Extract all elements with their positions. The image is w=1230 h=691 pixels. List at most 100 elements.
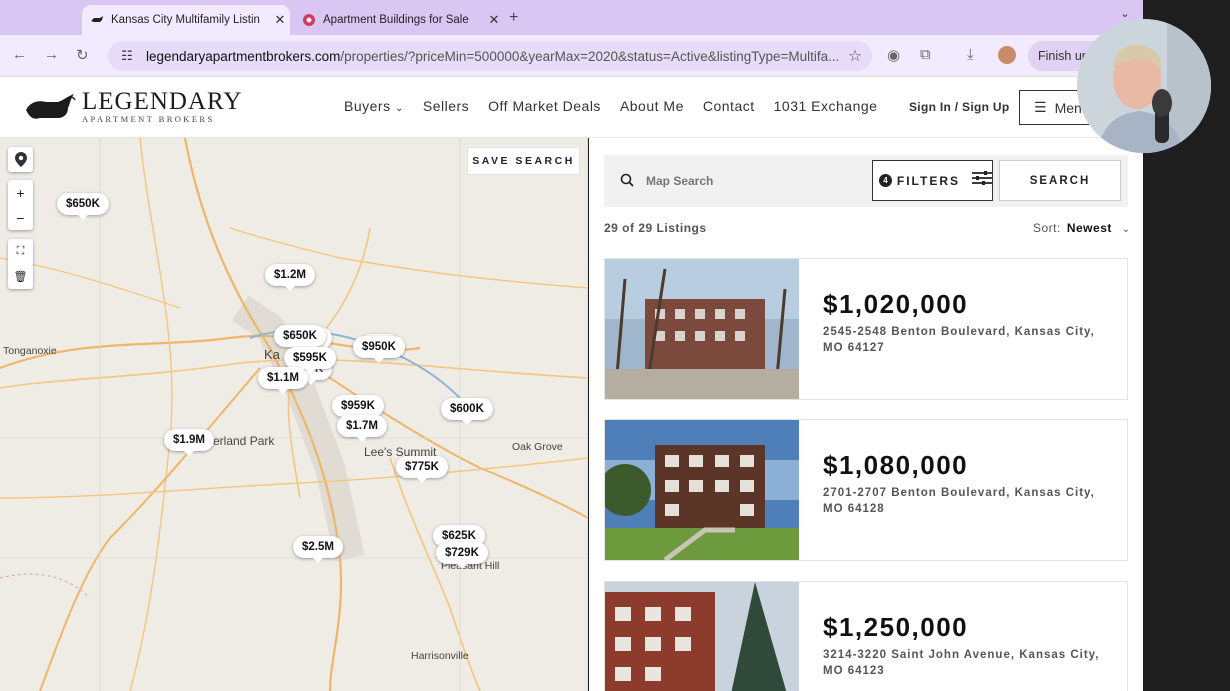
site-header: LEGENDARY APARTMENT BROKERS Buyers ⌄ Sel… bbox=[0, 77, 1143, 138]
logo-name: LEGENDARY bbox=[82, 88, 243, 115]
sort-value[interactable]: Newest bbox=[1067, 221, 1112, 235]
sign-up-link[interactable]: Sign Up bbox=[962, 100, 1009, 114]
url-host: legendaryapartmentbrokers.com bbox=[146, 48, 341, 64]
address-bar[interactable]: ☷ legendaryapartmentbrokers.com/properti… bbox=[108, 41, 872, 71]
flower-favicon-icon bbox=[302, 13, 316, 27]
site-info-icon[interactable]: ☷ bbox=[114, 48, 140, 64]
nav-buyers[interactable]: Buyers ⌄ bbox=[344, 98, 404, 114]
forward-icon[interactable]: → bbox=[44, 46, 59, 63]
map-price-pin[interactable]: $729K bbox=[436, 542, 488, 569]
chevron-down-icon: ⌄ bbox=[1121, 224, 1131, 235]
listing-price: $1,080,000 bbox=[823, 450, 969, 480]
map-price-pin[interactable]: $650K bbox=[274, 325, 326, 352]
filters-button[interactable]: 4 FILTERS bbox=[872, 160, 993, 201]
url-text[interactable]: legendaryapartmentbrokers.com/properties… bbox=[140, 49, 838, 64]
hamburger-icon: ☰ bbox=[1034, 99, 1047, 115]
close-tab-icon[interactable]: ✕ bbox=[270, 12, 290, 28]
zoom-control: + − bbox=[8, 180, 33, 230]
map-place-label: erland Park bbox=[213, 434, 275, 448]
download-icon[interactable]: ⤓ bbox=[967, 46, 974, 63]
nav-buyers-label: Buyers bbox=[344, 98, 391, 114]
map-search-bar: 4 FILTERS SEARCH bbox=[604, 155, 1128, 207]
map-roads bbox=[0, 138, 587, 691]
site-logo[interactable]: LEGENDARY APARTMENT BROKERS bbox=[24, 88, 243, 124]
map-search-input[interactable] bbox=[646, 174, 866, 188]
sort-control[interactable]: Sort: Newest ⌄ bbox=[1033, 221, 1131, 235]
listing-card[interactable]: $1,250,000 3214-3220 Saint John Avenue, … bbox=[604, 581, 1128, 691]
browser-toolbar: ← → ↻ ☷ legendaryapartmentbrokers.com/pr… bbox=[0, 35, 1143, 77]
profile-avatar[interactable] bbox=[998, 46, 1016, 64]
nav-sellers[interactable]: Sellers bbox=[423, 98, 469, 114]
bookmark-star-icon[interactable]: ☆ bbox=[838, 46, 872, 66]
filters-count-badge: 4 bbox=[879, 174, 892, 187]
listing-address: 2545-2548 Benton Boulevard, Kansas City,… bbox=[823, 326, 1095, 354]
sliders-icon bbox=[972, 170, 992, 191]
map-price-pin[interactable]: $1.1M bbox=[258, 367, 308, 394]
save-search-button[interactable]: SAVE SEARCH bbox=[467, 147, 580, 175]
nav-1031-exchange[interactable]: 1031 Exchange bbox=[774, 98, 878, 114]
webcam-overlay bbox=[1077, 19, 1211, 153]
trash-icon[interactable]: 🗑 bbox=[8, 264, 33, 289]
new-tab-icon[interactable]: + bbox=[509, 9, 518, 27]
back-icon[interactable]: ← bbox=[12, 46, 27, 63]
browser-tab-bar: Kansas City Multifamily Listin ✕ Apartme… bbox=[0, 0, 1143, 35]
map-price-pin[interactable]: $2.5M bbox=[293, 536, 343, 563]
listing-photo[interactable] bbox=[605, 582, 799, 691]
tab-title: Kansas City Multifamily Listin bbox=[111, 14, 260, 26]
tab-active[interactable]: Kansas City Multifamily Listin ✕ bbox=[82, 5, 290, 35]
listing-card[interactable]: $1,080,000 2701-2707 Benton Boulevard, K… bbox=[604, 419, 1128, 561]
map-price-pin[interactable]: $650K bbox=[57, 193, 109, 220]
map-price-pin[interactable]: $595K bbox=[284, 347, 336, 374]
map-place-label: Ka bbox=[264, 347, 280, 362]
map-price-pin[interactable]: $600K bbox=[441, 398, 493, 425]
close-tab-icon[interactable]: ✕ bbox=[484, 12, 504, 28]
tab-title: Apartment Buildings for Sale bbox=[323, 14, 469, 26]
listing-photo[interactable] bbox=[605, 420, 799, 560]
nav-contact[interactable]: Contact bbox=[703, 98, 755, 114]
sign-separator: / bbox=[954, 100, 959, 114]
listing-address: 3214-3220 Saint John Avenue, Kansas City… bbox=[823, 649, 1100, 677]
map-price-pin[interactable]: $959K bbox=[332, 395, 384, 422]
reload-icon[interactable]: ↻ bbox=[76, 46, 89, 64]
map-area[interactable]: + − ⛶ 🗑 SAVE SEARCH Tonganoxie Oak Grove… bbox=[0, 138, 588, 691]
bull-favicon-icon bbox=[90, 13, 104, 27]
search-button[interactable]: SEARCH bbox=[999, 160, 1121, 201]
map-pin-control[interactable] bbox=[8, 147, 33, 172]
map-place-label: Oak Grove bbox=[512, 441, 563, 453]
location-pin-icon[interactable] bbox=[8, 147, 33, 172]
bull-logo-icon bbox=[26, 93, 76, 119]
map-price-pin[interactable]: $775K bbox=[396, 456, 448, 483]
extension-icon[interactable]: ◉ bbox=[887, 46, 900, 64]
logo-subtitle: APARTMENT BROKERS bbox=[82, 114, 215, 124]
zoom-out-icon[interactable]: − bbox=[8, 205, 33, 230]
zoom-in-icon[interactable]: + bbox=[8, 180, 33, 205]
sign-links: Sign In / Sign Up bbox=[909, 100, 1009, 114]
map-place-label: Harrisonville bbox=[411, 650, 469, 662]
sort-label: Sort: bbox=[1033, 221, 1061, 235]
main-nav: Buyers ⌄ Sellers Off Market Deals About … bbox=[344, 98, 877, 114]
chevron-down-icon: ⌄ bbox=[394, 103, 404, 114]
map-price-pin[interactable]: $950K bbox=[353, 336, 405, 363]
screen: Kansas City Multifamily Listin ✕ Apartme… bbox=[0, 0, 1230, 691]
map-place-label: Tonganoxie bbox=[3, 345, 57, 357]
results-count: 29 of 29 Listings bbox=[604, 221, 707, 235]
draw-polygon-icon[interactable]: ⛶ bbox=[8, 239, 33, 264]
listing-address: 2701-2707 Benton Boulevard, Kansas City,… bbox=[823, 487, 1095, 515]
listing-photo[interactable] bbox=[605, 259, 799, 399]
filters-label: FILTERS bbox=[896, 173, 960, 188]
puzzle-icon[interactable]: ⧉ bbox=[920, 46, 931, 63]
nav-off-market-deals[interactable]: Off Market Deals bbox=[488, 98, 601, 114]
listing-card[interactable]: $1,020,000 2545-2548 Benton Boulevard, K… bbox=[604, 258, 1128, 400]
map-price-pin[interactable]: $1.9M bbox=[164, 429, 214, 456]
search-icon bbox=[620, 173, 634, 190]
map-price-pin[interactable]: $1.7M bbox=[337, 415, 387, 442]
map-price-pin[interactable]: $1.2M bbox=[265, 264, 315, 291]
draw-control: ⛶ 🗑 bbox=[8, 239, 33, 289]
listings-panel: 4 FILTERS SEARCH 29 of 29 Listings Sort:… bbox=[589, 138, 1143, 691]
tab-inactive[interactable]: Apartment Buildings for Sale ✕ bbox=[294, 5, 504, 35]
nav-about-me[interactable]: About Me bbox=[620, 98, 684, 114]
sign-in-link[interactable]: Sign In bbox=[909, 100, 951, 114]
listing-price: $1,250,000 bbox=[823, 612, 969, 642]
listing-price: $1,020,000 bbox=[823, 289, 969, 319]
url-path: /properties/?priceMin=500000&yearMax=202… bbox=[340, 48, 838, 64]
